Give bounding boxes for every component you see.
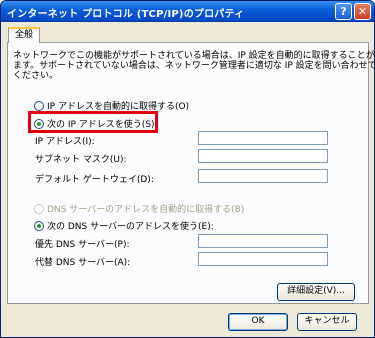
subnet-mask-field[interactable] (198, 149, 328, 163)
tcpip-properties-dialog: インターネット プロトコル (TCP/IP)のプロパティ ? ✕ 全般 ネットワ… (0, 0, 375, 338)
help-icon: ? (340, 5, 347, 18)
ip-address-label: IP アドレス(I): (35, 137, 95, 147)
default-gateway-field[interactable] (198, 169, 328, 183)
ip-auto-radio[interactable] (34, 100, 44, 111)
ok-button[interactable]: OK (228, 313, 288, 331)
title-bar[interactable]: インターネット プロトコル (TCP/IP)のプロパティ ? ✕ (1, 1, 374, 22)
preferred-dns-label: 優先 DNS サーバー(P): (35, 240, 130, 250)
close-button[interactable]: ✕ (354, 3, 371, 20)
alternate-dns-label: 代替 DNS サーバー(A): (35, 258, 131, 268)
subnet-mask-label: サブネット マスク(U): (35, 155, 127, 165)
tab-general[interactable]: 全般 (8, 27, 40, 43)
dns-manual-label: 次の DNS サーバーのアドレスを使う(E): (47, 222, 214, 232)
highlight-box (28, 111, 158, 133)
description-line: ください。 (13, 71, 59, 81)
alternate-dns-field[interactable] (198, 252, 328, 266)
dns-manual-option[interactable]: 次の DNS サーバーのアドレスを使う(E): (34, 219, 214, 232)
advanced-button[interactable]: 詳細設定(V)... (277, 283, 355, 301)
cancel-button[interactable]: キャンセル (297, 313, 357, 331)
dns-manual-radio[interactable] (34, 220, 44, 231)
general-panel: ネットワークでこの機能がサポートされている場合は、IP 設定を自動的に取得するこ… (7, 42, 375, 304)
dns-auto-radio[interactable] (34, 203, 44, 214)
description-line: ネットワークでこの機能がサポートされている場合は、IP 設定を自動的に取得するこ… (13, 51, 375, 61)
description-line: ます。サポートされていない場合は、ネットワーク管理者に適切な IP 設定を問い合… (13, 61, 375, 71)
dns-auto-label: DNS サーバーのアドレスを自動的に取得する(B) (47, 205, 245, 215)
close-icon: ✕ (357, 5, 368, 18)
description-text: ネットワークでこの機能がサポートされている場合は、IP 設定を自動的に取得するこ… (13, 51, 375, 81)
window-title: インターネット プロトコル (TCP/IP)のプロパティ (7, 9, 245, 20)
default-gateway-label: デフォルト ゲートウェイ(D): (35, 175, 154, 185)
preferred-dns-field[interactable] (198, 234, 328, 248)
ip-address-field[interactable] (198, 131, 328, 145)
dns-auto-option[interactable]: DNS サーバーのアドレスを自動的に取得する(B) (34, 202, 244, 215)
help-button[interactable]: ? (335, 3, 352, 20)
